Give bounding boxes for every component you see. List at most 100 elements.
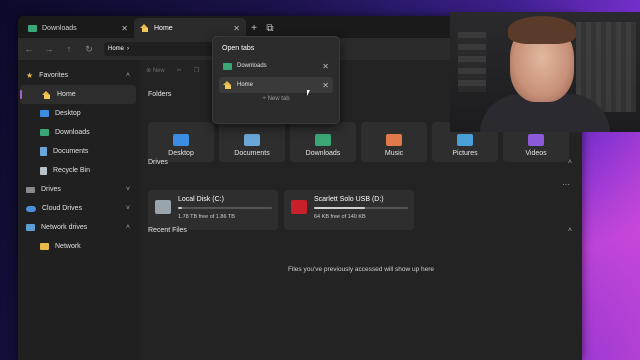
flyout-new-tab-button[interactable]: + New tab <box>219 96 333 102</box>
sidebar-item-network[interactable]: Network <box>18 237 138 256</box>
new-label: New <box>152 67 165 74</box>
flyout-tab-label: Downloads <box>237 63 267 69</box>
drive-icon <box>26 186 35 193</box>
drive-card[interactable]: Scarlett Solo USB (D:) 64 KB free of 140 … <box>284 190 414 230</box>
copy-icon[interactable]: ❐ <box>194 67 199 74</box>
sidebar-item-label: Documents <box>53 148 89 155</box>
recycle-bin-icon <box>40 166 47 175</box>
sidebar-item-favorites[interactable]: ★ Favorites ˄ <box>18 66 138 85</box>
sidebar-item-label: Cloud Drives <box>42 205 83 212</box>
documents-icon <box>40 147 47 156</box>
flyout-tab-home[interactable]: Home ✕ <box>219 77 333 93</box>
folder-card-documents[interactable]: Documents <box>219 122 285 162</box>
sidebar-item-label: Desktop <box>55 110 81 117</box>
folder-green-icon <box>223 62 232 70</box>
recent-files-empty-message: Files you've previously accessed will sh… <box>287 266 435 273</box>
drive-usage-bar <box>178 207 272 209</box>
chevron-up-icon[interactable]: ˄ <box>126 224 130 231</box>
folder-card-desktop[interactable]: Desktop <box>148 122 214 162</box>
more-options-icon[interactable]: ··· <box>562 180 570 189</box>
close-icon[interactable]: ✕ <box>322 62 329 71</box>
new-tab-button[interactable]: + <box>246 18 262 38</box>
chevron-down-icon[interactable]: ˅ <box>126 186 130 193</box>
music-folder-icon <box>386 134 402 146</box>
mouse-cursor <box>307 90 310 96</box>
breadcrumb-home[interactable]: Home <box>108 46 124 52</box>
sidebar-item-desktop[interactable]: Desktop <box>18 104 138 123</box>
wallpaper <box>580 120 640 360</box>
folders-title: Folders <box>148 91 172 98</box>
up-arrow-icon[interactable]: ↑ <box>64 44 74 54</box>
sidebar-item-label: Downloads <box>55 129 90 136</box>
sidebar-item-label: Drives <box>41 186 61 193</box>
tab-label: Home <box>154 24 173 32</box>
drive-usage-fill <box>314 207 365 209</box>
refresh-icon[interactable]: ↻ <box>84 44 94 55</box>
documents-folder-icon <box>244 134 260 146</box>
star-icon: ★ <box>26 71 34 80</box>
sidebar-item-documents[interactable]: Documents <box>18 142 138 161</box>
flyout-tab-label: Home <box>237 82 254 88</box>
folder-label: Desktop <box>168 150 194 157</box>
network-icon <box>26 224 35 231</box>
open-tabs-button[interactable]: ⧉ <box>262 18 278 38</box>
desktop-icon <box>40 110 49 117</box>
new-button[interactable]: ⊕ New <box>146 67 165 74</box>
tab-home[interactable]: Home ✕ <box>134 18 246 38</box>
webcam-overlay <box>450 12 640 132</box>
sidebar-item-label: Network <box>55 243 81 250</box>
folder-card-downloads[interactable]: Downloads <box>290 122 356 162</box>
folder-label: Videos <box>525 150 547 157</box>
pictures-folder-icon <box>457 134 473 146</box>
sidebar-item-label: Favorites <box>39 72 68 79</box>
folder-label: Music <box>384 150 404 157</box>
sidebar-item-cloud-drives[interactable]: Cloud Drives ˅ <box>18 199 138 218</box>
downloads-folder-icon <box>315 134 331 146</box>
sidebar-item-label: Home <box>57 91 76 98</box>
drive-icon <box>291 200 307 214</box>
sidebar-item-home[interactable]: Home <box>20 85 136 104</box>
drive-usage-fill <box>178 207 182 209</box>
drives-grid: Local Disk (C:) 1.78 TB free of 1.86 TB Sc… <box>148 190 414 230</box>
webcam-person-hair <box>508 16 576 44</box>
home-icon <box>223 81 232 89</box>
folder-card-music[interactable]: Music <box>361 122 427 162</box>
tab-label: Downloads <box>42 24 77 32</box>
folder-label: Documents <box>234 150 270 157</box>
flyout-tab-downloads[interactable]: Downloads ✕ <box>219 58 333 74</box>
network-folder-icon <box>40 243 49 250</box>
drive-icon <box>155 200 171 214</box>
drives-title: Drives <box>148 159 168 166</box>
address-bar[interactable]: Home › <box>104 42 224 56</box>
drive-free-space: 1.78 TB free of 1.86 TB <box>178 214 235 220</box>
sidebar-item-downloads[interactable]: Downloads <box>18 123 138 142</box>
sidebar-item-network-drives[interactable]: Network drives ˄ <box>18 218 138 237</box>
sidebar-item-label: Network drives <box>41 224 88 231</box>
chevron-up-icon[interactable]: ˄ <box>568 227 572 234</box>
close-icon[interactable]: ✕ <box>233 24 240 33</box>
tab-downloads[interactable]: Downloads ✕ <box>22 18 134 38</box>
chevron-down-icon[interactable]: ˅ <box>126 205 130 212</box>
chevron-up-icon[interactable]: ˄ <box>126 72 130 79</box>
drive-card[interactable]: Local Disk (C:) 1.78 TB free of 1.86 TB <box>148 190 278 230</box>
sidebar: ★ Favorites ˄ Home Desktop Downloads Doc… <box>18 60 138 360</box>
breadcrumb-separator: › <box>127 46 130 52</box>
forward-arrow-icon[interactable]: → <box>44 44 54 54</box>
folder-label: Pictures <box>452 150 478 157</box>
recent-files-title: Recent Files <box>148 227 187 234</box>
cut-icon[interactable]: ✂ <box>177 67 182 74</box>
folder-label: Downloads <box>305 150 341 157</box>
videos-folder-icon <box>528 134 544 146</box>
drive-name: Scarlett Solo USB (D:) <box>314 196 384 203</box>
home-icon <box>140 24 149 32</box>
drive-free-space: 64 KB free of 140 KB <box>314 214 366 220</box>
sidebar-item-drives[interactable]: Drives ˅ <box>18 180 138 199</box>
back-arrow-icon[interactable]: ← <box>24 44 34 54</box>
webcam-shelf <box>458 32 486 92</box>
folder-green-icon <box>28 24 37 32</box>
sidebar-item-recycle-bin[interactable]: Recycle Bin <box>18 161 138 180</box>
home-icon <box>42 90 51 99</box>
close-icon[interactable]: ✕ <box>322 81 329 90</box>
chevron-up-icon[interactable]: ˄ <box>568 159 572 166</box>
close-icon[interactable]: ✕ <box>121 24 128 33</box>
